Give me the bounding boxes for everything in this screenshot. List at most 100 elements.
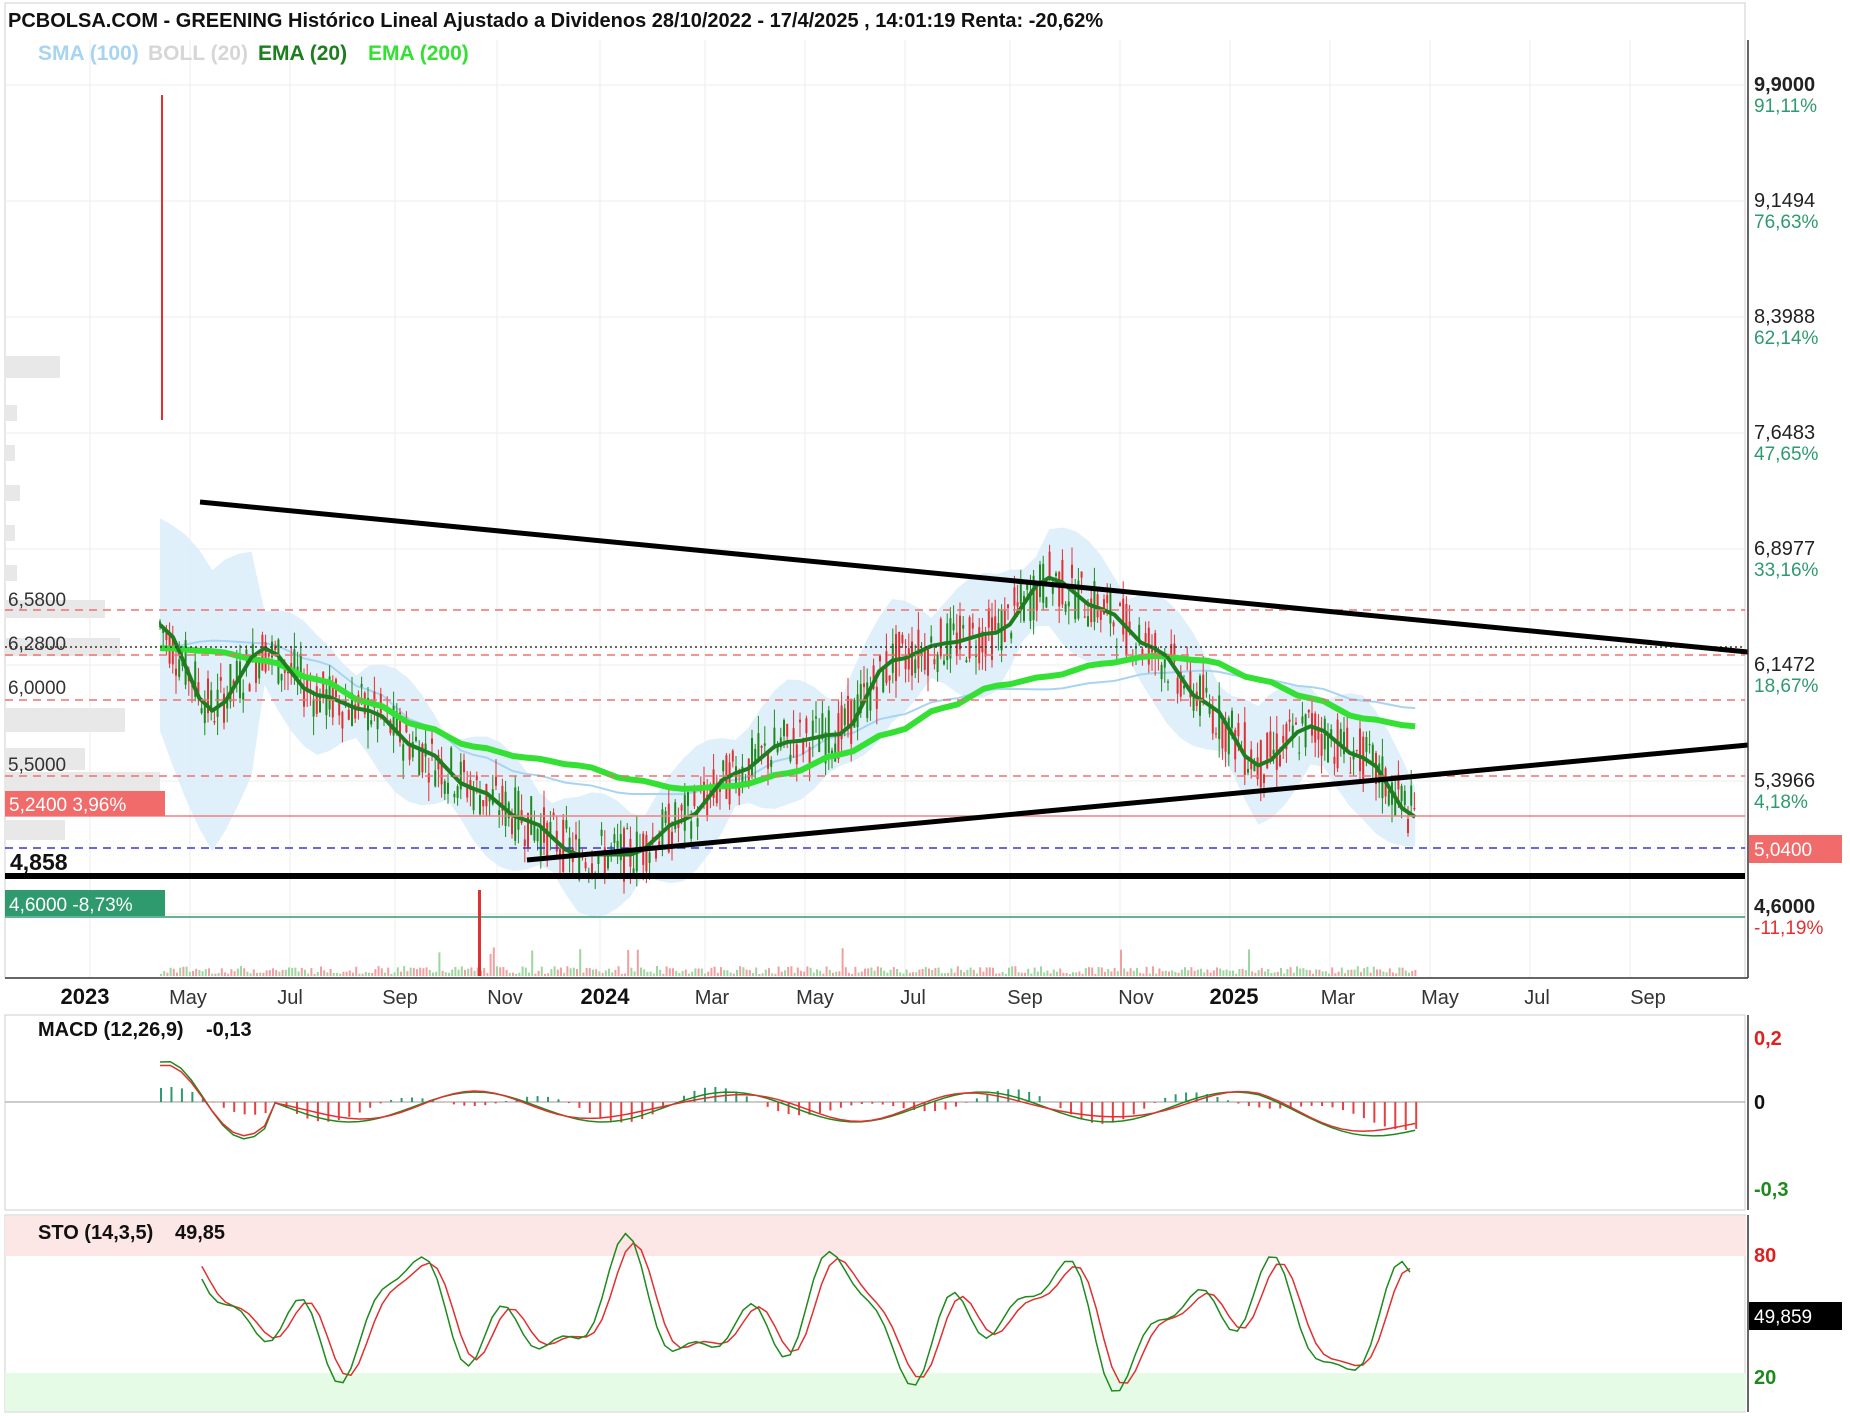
candle-body xyxy=(607,855,609,869)
candle-body xyxy=(1231,710,1233,728)
candle-body xyxy=(1071,564,1073,578)
candle-body xyxy=(1019,583,1022,605)
volume-bar xyxy=(1097,967,1100,976)
volume-bar xyxy=(1110,971,1113,976)
volume-bar xyxy=(963,972,966,976)
volume-bar xyxy=(934,968,937,976)
volume-bar xyxy=(1305,969,1308,976)
macd-histogram-bar xyxy=(1143,1102,1146,1109)
volume-bar xyxy=(588,968,591,976)
volume-bar xyxy=(281,970,284,976)
volume-bar xyxy=(1312,973,1314,976)
volume-bar xyxy=(195,968,198,976)
candle-body xyxy=(1349,772,1352,774)
volume-bar xyxy=(800,970,802,976)
volume-bar xyxy=(873,970,876,976)
candle-body xyxy=(760,745,763,748)
volume-bar xyxy=(214,973,217,976)
volume-bar xyxy=(1113,968,1116,976)
volume-bar xyxy=(1299,968,1302,976)
volume-bar xyxy=(217,972,220,976)
volume-bar xyxy=(470,967,473,976)
pct-tick-6: 4,18% xyxy=(1754,792,1808,813)
macd-histogram-bar xyxy=(881,1102,884,1105)
macd-value: -0,13 xyxy=(206,1019,252,1041)
volume-bar xyxy=(1139,972,1142,976)
volume-bar xyxy=(969,967,972,976)
macd-histogram-bar xyxy=(505,1101,508,1102)
candle-body xyxy=(690,821,693,839)
volume-bar xyxy=(796,967,799,976)
volume-bar xyxy=(284,969,287,976)
candle-body xyxy=(1368,744,1371,746)
volume-bar xyxy=(755,967,758,976)
macd-histogram-bar xyxy=(1059,1102,1062,1109)
volume-bar xyxy=(604,970,607,976)
candle-body xyxy=(789,754,792,762)
price-tick-1: 9,1494 xyxy=(1754,190,1815,212)
volume-bar xyxy=(960,969,962,976)
level-label-628: 6,2800 xyxy=(8,634,66,655)
support-tag: 4,858 xyxy=(10,849,68,875)
volume-bar xyxy=(355,966,358,976)
volume-bar xyxy=(243,968,246,976)
legend-ema20: EMA (20) xyxy=(258,42,347,65)
volume-bar xyxy=(950,968,953,976)
candle-body xyxy=(914,659,917,673)
volume-bar xyxy=(1401,967,1404,976)
volume-bar xyxy=(304,969,306,976)
candle-body xyxy=(1045,597,1048,608)
candle-body xyxy=(1122,598,1125,635)
volume-bar xyxy=(179,967,182,976)
volume-bar xyxy=(236,968,239,976)
macd-histogram-bar xyxy=(327,1102,330,1122)
candle-body xyxy=(447,782,449,794)
candle-body xyxy=(1263,774,1265,784)
low-tag: 4,6000 -8,73% xyxy=(9,895,133,916)
volume-bar xyxy=(419,967,422,976)
volume-bar xyxy=(611,972,614,976)
volume-bar xyxy=(1049,973,1052,976)
volume-bar xyxy=(515,973,518,976)
candle-body xyxy=(949,618,952,659)
candle-body xyxy=(543,807,545,843)
macd-histogram-bar xyxy=(735,1091,738,1102)
macd-histogram-bar xyxy=(609,1102,612,1121)
volume-bar xyxy=(393,972,396,976)
volume-bar xyxy=(630,967,633,976)
volume-bar xyxy=(489,953,492,976)
macd-histogram-bar xyxy=(839,1102,842,1108)
volume-bar xyxy=(1318,969,1321,976)
macd-histogram-bar xyxy=(818,1102,821,1114)
volume-bar xyxy=(1331,967,1334,976)
macd-tick-bottom: -0,3 xyxy=(1754,1179,1788,1201)
volume-bar xyxy=(608,968,610,976)
macd-tick-top: 0,2 xyxy=(1754,1028,1782,1050)
pct-tick-3: 47,65% xyxy=(1754,444,1819,465)
volume-bar xyxy=(198,969,201,976)
macd-histogram-bar xyxy=(526,1096,529,1102)
volume-bar xyxy=(1264,971,1266,976)
volume-bar xyxy=(454,966,457,976)
candle-body xyxy=(360,683,363,688)
volume-bar xyxy=(988,967,991,976)
macd-histogram-bar xyxy=(170,1086,173,1102)
volume-bar xyxy=(1158,968,1161,976)
candle-body xyxy=(1112,622,1115,627)
volume-bar xyxy=(540,966,543,976)
macd-histogram-bar xyxy=(411,1097,414,1102)
macd-histogram-bar xyxy=(975,1098,978,1102)
volume-bar xyxy=(1363,968,1366,976)
volume-bar xyxy=(1206,969,1209,976)
x-tick-may: May xyxy=(796,987,834,1009)
volume-bar xyxy=(358,973,361,976)
candle-body xyxy=(1403,790,1406,805)
volume-bar xyxy=(1411,970,1414,976)
macd-histogram-bar xyxy=(1038,1096,1041,1102)
volume-bar xyxy=(592,969,594,976)
volume-bar xyxy=(1091,967,1094,976)
candle-body xyxy=(1035,585,1038,611)
candle-body xyxy=(882,667,885,693)
volume-bar xyxy=(1273,972,1276,976)
macd-histogram-bar xyxy=(212,1102,215,1103)
